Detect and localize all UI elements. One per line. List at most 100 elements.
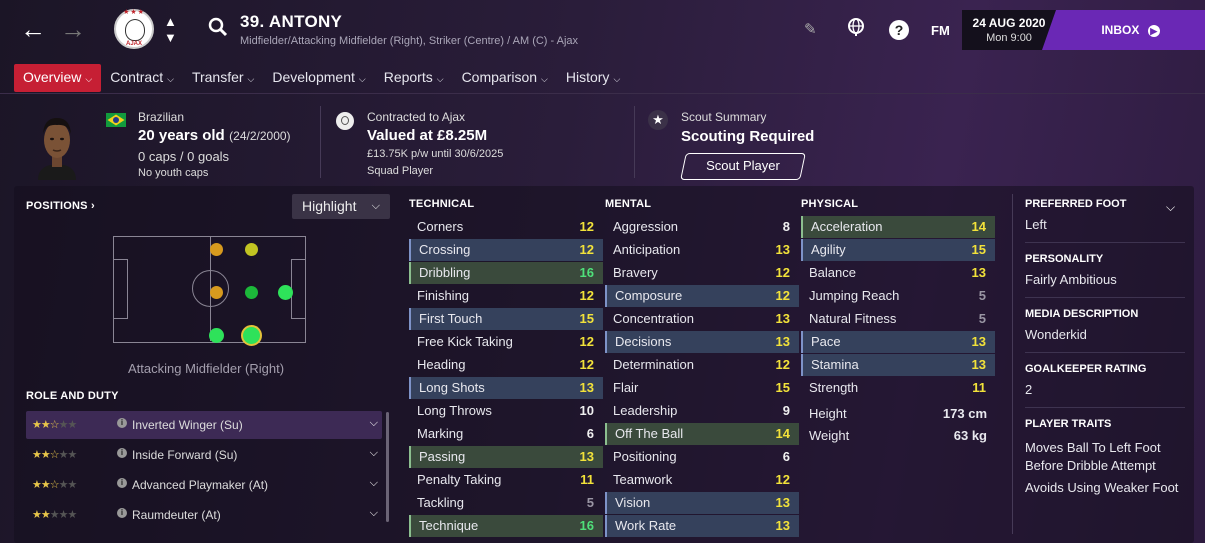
help-icon[interactable]: ? <box>889 20 909 40</box>
attribute-row[interactable]: Tackling 5 <box>409 492 603 514</box>
attribute-row[interactable]: First Touch 15 <box>409 308 603 330</box>
fm-button[interactable]: FM <box>931 23 950 38</box>
attribute-value: 13 <box>971 265 986 280</box>
attribute-name: First Touch <box>419 311 483 326</box>
info-icon[interactable]: i <box>117 508 127 518</box>
attribute-row[interactable]: Balance 13 <box>801 262 995 284</box>
attribute-name: Composure <box>615 288 683 303</box>
chevron-down-icon[interactable]: ⌵ <box>370 507 378 520</box>
tab-history[interactable]: History ⌵ <box>557 64 629 92</box>
tab-transfer[interactable]: Transfer ⌵ <box>183 64 263 92</box>
info-icon[interactable]: i <box>117 418 127 428</box>
role-row[interactable]: ★★☆★★ i Inverted Winger (Su) ⌵ <box>26 411 382 439</box>
attribute-row[interactable]: Technique 16 <box>409 515 603 537</box>
attribute-row[interactable]: Leadership 9 <box>605 400 799 422</box>
divider <box>1025 407 1185 408</box>
divider <box>1025 242 1185 243</box>
attribute-row[interactable]: Composure 12 <box>605 285 799 307</box>
attribute-value: 12 <box>579 334 594 349</box>
attribute-row[interactable]: Long Shots 13 <box>409 377 603 399</box>
attribute-row[interactable]: Jumping Reach 5 <box>801 285 995 307</box>
attribute-row[interactable]: Natural Fitness 5 <box>801 308 995 330</box>
role-row[interactable]: ★★★★★ i Raumdeuter (At) ⌵ <box>26 501 382 529</box>
attribute-row[interactable]: Flair 15 <box>605 377 799 399</box>
attribute-name: Aggression <box>613 219 679 234</box>
attribute-row[interactable]: Concentration 13 <box>605 308 799 330</box>
attribute-row[interactable]: Off The Ball 14 <box>605 423 799 445</box>
globe-icon[interactable] <box>846 17 866 42</box>
chevron-down-icon[interactable]: ⌵ <box>370 447 378 460</box>
back-arrow-icon[interactable]: ← <box>20 16 46 42</box>
attribute-row[interactable]: Heading 12 <box>409 354 603 376</box>
attribute-row[interactable]: Crossing 12 <box>409 239 603 261</box>
attribute-value: 6 <box>586 426 594 441</box>
attribute-row[interactable]: Determination 12 <box>605 354 799 376</box>
edit-pencil-icon[interactable]: ✎ <box>804 20 817 38</box>
scout-player-button[interactable]: Scout Player <box>680 153 806 180</box>
club-crest[interactable]: ★★★ AJAX <box>114 9 154 49</box>
role-row[interactable]: ★★☆★★ i Advanced Playmaker (At) ⌵ <box>26 471 382 499</box>
tab-development[interactable]: Development ⌵ <box>263 64 374 92</box>
height-value: 173 cm <box>942 406 987 421</box>
player-wage: £13.75K p/w until 30/6/2025 <box>367 148 504 160</box>
info-icon[interactable]: i <box>117 478 127 488</box>
attribute-row[interactable]: Agility 15 <box>801 239 995 261</box>
attribute-name: Crossing <box>419 242 471 257</box>
attribute-row[interactable]: Anticipation 13 <box>605 239 799 261</box>
attribute-row[interactable]: Bravery 12 <box>605 262 799 284</box>
info-icon[interactable]: i <box>117 448 127 458</box>
tab-reports[interactable]: Reports ⌵ <box>375 64 453 92</box>
next-player-icon[interactable]: ▼ <box>164 30 177 45</box>
attribute-row[interactable]: Teamwork 12 <box>605 469 799 491</box>
position-dot <box>278 285 293 300</box>
attribute-row[interactable]: Strength 11 <box>801 377 995 399</box>
player-title: 39. ANTONY <box>240 12 343 31</box>
tab-overview[interactable]: Overview ⌵ <box>14 64 102 92</box>
previous-player-icon[interactable]: ▲ <box>164 14 177 29</box>
preferred-foot-label: PREFERRED FOOT <box>1025 198 1127 210</box>
attribute-value: 13 <box>971 357 986 372</box>
attribute-row[interactable]: Free Kick Taking 12 <box>409 331 603 353</box>
attribute-row[interactable]: Penalty Taking 11 <box>409 469 603 491</box>
role-row[interactable]: ★★☆★★ i Inside Forward (Su) ⌵ <box>26 441 382 469</box>
attribute-row[interactable]: Marking 6 <box>409 423 603 445</box>
chevron-down-icon[interactable]: ⌵ <box>1166 200 1175 215</box>
attribute-row[interactable]: Dribbling 16 <box>409 262 603 284</box>
chevron-down-icon[interactable]: ⌵ <box>370 417 378 430</box>
highlight-dropdown[interactable]: Highlight ⌵ <box>292 194 390 219</box>
role-scrollbar[interactable] <box>386 412 389 522</box>
height-label: Height <box>809 406 847 421</box>
attribute-row[interactable]: Stamina 13 <box>801 354 995 376</box>
media-description: Wonderkid <box>1025 327 1087 342</box>
inbox-button[interactable]: INBOX ▶ <box>1042 10 1205 50</box>
tab-comparison[interactable]: Comparison ⌵ <box>453 64 557 92</box>
chevron-down-icon[interactable]: ⌵ <box>370 477 378 490</box>
positions-title[interactable]: POSITIONS › <box>26 200 95 212</box>
attribute-row[interactable]: Decisions 13 <box>605 331 799 353</box>
player-trait: Moves Ball To Left Foot Before Dribble A… <box>1025 440 1161 473</box>
attribute-row[interactable]: Long Throws 10 <box>409 400 603 422</box>
attribute-value: 13 <box>775 311 790 326</box>
attribute-row[interactable]: Passing 13 <box>409 446 603 468</box>
chevron-down-icon: ⌵ <box>613 74 621 84</box>
attribute-name: Teamwork <box>613 472 673 487</box>
attribute-value: 10 <box>579 403 594 418</box>
position-label: Attacking Midfielder (Right) <box>128 361 285 376</box>
tab-contract[interactable]: Contract ⌵ <box>101 64 183 92</box>
attribute-row[interactable]: Work Rate 13 <box>605 515 799 537</box>
attribute-row[interactable]: Corners 12 <box>409 216 603 238</box>
attribute-row[interactable]: Finishing 12 <box>409 285 603 307</box>
attribute-value: 13 <box>579 449 594 464</box>
attribute-row[interactable]: Aggression 8 <box>605 216 799 238</box>
attribute-row[interactable]: Pace 13 <box>801 331 995 353</box>
attribute-value: 13 <box>775 518 790 533</box>
forward-arrow-icon[interactable]: → <box>60 16 86 42</box>
attribute-row[interactable]: Acceleration 14 <box>801 216 995 238</box>
player-age: 20 years old (24/2/2000) <box>138 127 291 144</box>
attribute-value: 12 <box>775 288 790 303</box>
attribute-row[interactable]: Vision 13 <box>605 492 799 514</box>
divider <box>320 106 321 178</box>
attribute-row[interactable]: Positioning 6 <box>605 446 799 468</box>
attribute-name: Penalty Taking <box>417 472 502 487</box>
search-icon[interactable] <box>208 17 228 42</box>
